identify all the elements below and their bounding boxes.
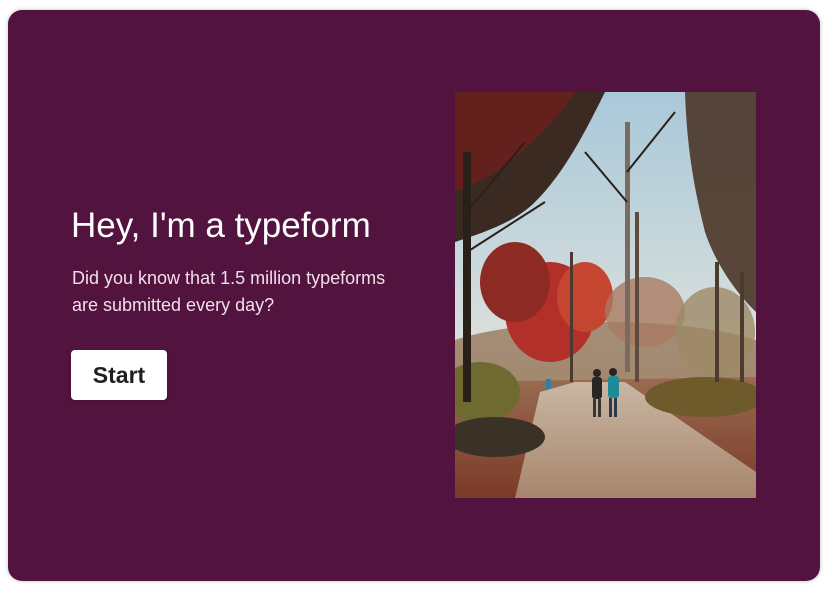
welcome-description: Did you know that 1.5 million typeforms … [72,268,386,315]
start-button[interactable]: Start [71,350,167,400]
welcome-screen-card: Hey, I'm a typeform Did you know that 1.… [8,10,820,581]
autumn-path-image [455,92,756,498]
welcome-title: Hey, I'm a typeform [71,206,371,245]
